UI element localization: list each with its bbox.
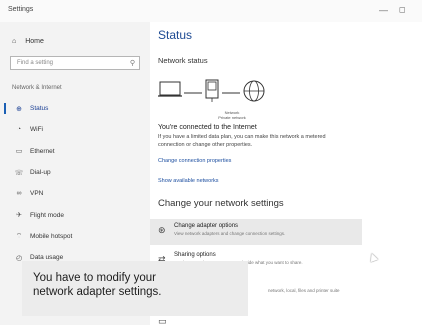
option-icon: ▭ (158, 316, 167, 325)
sidebar-item-label: Flight mode (30, 211, 64, 219)
sidebar-item-flight-mode[interactable]: ✈ Flight mode (0, 204, 150, 225)
option-title: Sharing options (174, 252, 216, 258)
sidebar-item-label: Dial-up (30, 169, 51, 177)
window-title: Settings (8, 6, 34, 13)
router-label: Network Private network (212, 110, 252, 120)
adapter-icon: ⊛ (158, 225, 166, 235)
sidebar-nav: ⊕ Status ◔ WiFi ▭ Ethernet ☏ Dial-up ∞ V… (0, 98, 150, 268)
sidebar-item-label: VPN (30, 190, 44, 198)
change-adapter-options-button[interactable]: ⊛ Change adapter options View network ad… (150, 219, 362, 245)
title-bar: Settings — ◻ (0, 0, 422, 22)
sidebar-item-status[interactable]: ⊕ Status (0, 98, 150, 119)
router-label-line2: Private network (218, 115, 246, 120)
network-status-label: Network status (158, 56, 208, 65)
change-connection-properties-link[interactable]: Change connection properties (158, 158, 231, 164)
sidebar-item-vpn[interactable]: ∞ VPN (0, 183, 150, 204)
connected-description: If you have a limited data plan, you can… (158, 134, 326, 148)
sidebar-item-label: Ethernet (30, 147, 55, 155)
search-box[interactable]: Find a setting ⚲ (10, 56, 140, 70)
caption-line-1: You have to modify your (33, 272, 156, 284)
minimize-button[interactable]: — (379, 5, 388, 15)
caption-line-2: network adapter settings. (33, 286, 162, 298)
home-label: Home (25, 38, 44, 45)
router-icon (205, 79, 219, 102)
maximize-button[interactable]: ◻ (399, 5, 406, 14)
sidebar-item-label: WiFi (30, 126, 43, 134)
section-title: Network & Internet (12, 85, 62, 91)
instruction-caption: You have to modify your network adapter … (22, 261, 248, 316)
sidebar-item-label: Mobile hotspot (30, 232, 73, 240)
sidebar-item-label: Status (30, 105, 49, 113)
sidebar-item-ethernet[interactable]: ▭ Ethernet (0, 141, 150, 162)
mouse-cursor (367, 251, 379, 263)
phone-icon: ☏ (14, 169, 24, 177)
hotspot-icon: ⌔ (15, 232, 23, 240)
sidebar-item-mobile-hotspot[interactable]: ⌔ Mobile hotspot (0, 226, 150, 247)
network-diagram: Network Private network (158, 76, 298, 120)
connected-heading: You're connected to the Internet (158, 124, 257, 131)
network-diagram-svg (158, 79, 265, 102)
vpn-icon: ∞ (16, 190, 22, 198)
internet-globe-icon (243, 80, 265, 102)
airplane-icon: ✈ (16, 212, 22, 220)
ethernet-icon: ▭ (15, 148, 23, 156)
search-icon[interactable]: ⚲ (130, 59, 135, 67)
page-title: Status (158, 28, 193, 42)
search-placeholder: Find a setting (17, 60, 54, 66)
laptop-icon (158, 81, 182, 97)
change-settings-heading: Change your network settings (158, 198, 284, 209)
sidebar-item-wifi[interactable]: ◔ WiFi (0, 119, 150, 140)
globe-icon: ⊕ (16, 105, 22, 113)
show-available-networks-link[interactable]: Show available networks (158, 178, 219, 184)
option-title: Change adapter options (174, 223, 239, 229)
option-description: network, local, files and printer suite (268, 288, 340, 293)
home-icon: ⌂ (12, 38, 17, 45)
option-description: View network adapters and change connect… (174, 231, 286, 236)
sidebar-item-dial-up[interactable]: ☏ Dial-up (0, 162, 150, 183)
wifi-icon: ◔ (16, 126, 22, 134)
home-link[interactable]: ⌂ Home (12, 38, 44, 45)
